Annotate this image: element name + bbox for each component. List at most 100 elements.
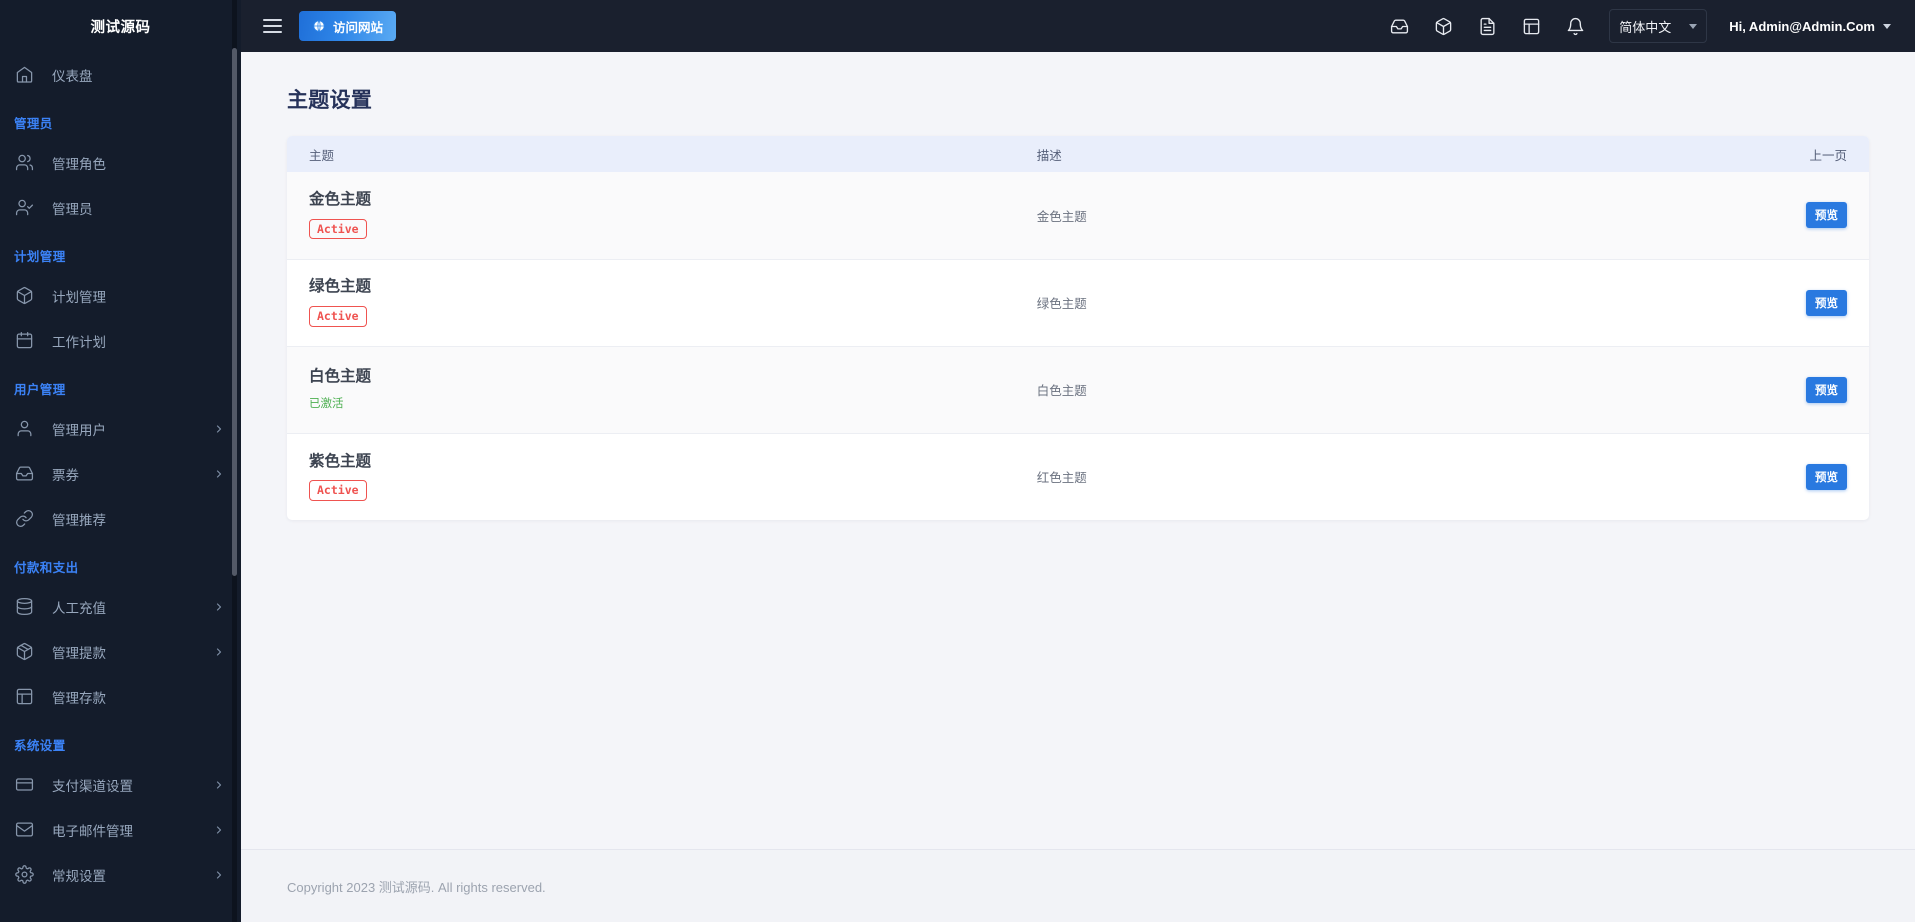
footer: Copyright 2023 测试源码. All rights reserved…	[241, 849, 1915, 922]
preview-button[interactable]: 预览	[1806, 376, 1847, 403]
menu-icon[interactable]	[257, 11, 287, 41]
sidebar-item-3-2[interactable]: 管理推荐	[0, 496, 241, 541]
sidebar-item-label: 管理用户	[52, 422, 106, 438]
sidebar-item-4-2[interactable]: 管理存款	[0, 674, 241, 719]
chevron-right-icon	[213, 779, 225, 791]
theme-name: 白色主题	[309, 367, 372, 385]
layout-icon	[14, 687, 34, 707]
sidebar-item-label: 管理员	[52, 201, 93, 217]
theme-cell: 金色主题 Active	[287, 172, 1015, 260]
sidebar-item-label: 仪表盘	[52, 68, 93, 84]
chevron-right-icon	[213, 423, 225, 435]
globe-icon	[312, 19, 326, 33]
themes-table: 主题 描述 上一页 金色主题 Active 金色主题 预览 绿色主题 Active 绿色主题…	[287, 136, 1869, 520]
calendar-icon	[14, 331, 34, 351]
user-check-icon	[14, 198, 34, 218]
brand-title: 测试源码	[90, 19, 151, 36]
box-icon	[14, 286, 34, 306]
visit-site-label: 访问网站	[333, 20, 384, 35]
table-icon[interactable]	[1509, 6, 1553, 46]
table-header-row: 主题 描述 上一页	[287, 136, 1869, 172]
description-cell: 绿色主题	[1014, 259, 1521, 347]
sidebar-scrollbar-thumb[interactable]	[232, 48, 237, 576]
sidebar-item-label: 常规设置	[52, 868, 106, 884]
sidebar-item-label: 管理角色	[52, 156, 106, 172]
topbar: 访问网站 简体中文 Hi, Admin@Admin.Com	[241, 0, 1915, 52]
table-row: 金色主题 Active 金色主题预览	[287, 172, 1869, 260]
gear-icon	[14, 865, 34, 885]
copyright-text: Copyright 2023 测试源码. All rights reserved…	[287, 879, 546, 895]
sidebar-item-label: 电子邮件管理	[52, 823, 133, 839]
sidebar-item-label: 工作计划	[52, 334, 106, 350]
action-cell: 预览	[1521, 433, 1869, 520]
sidebar-item-2-1[interactable]: 工作计划	[0, 318, 241, 363]
status-badge: 已激活	[309, 398, 344, 411]
sidebar-item-3-1[interactable]: 票券	[0, 451, 241, 496]
package-icon	[14, 642, 34, 662]
sidebar-item-4-1[interactable]: 管理提款	[0, 629, 241, 674]
sidebar-item-2-0[interactable]: 计划管理	[0, 273, 241, 318]
sidebar-item-5-0[interactable]: 支付渠道设置	[0, 762, 241, 807]
sidebar-item-1-1[interactable]: 管理员	[0, 185, 241, 230]
sidebar-item-1-0[interactable]: 管理角色	[0, 140, 241, 185]
app-root: 测试源码 仪表盘 管理员 管理角色 管理员 计划管理 计划管理 工作计划 用户管理 管理用户 票券…	[0, 0, 1915, 922]
table-row: 绿色主题 Active 绿色主题 预览	[287, 259, 1869, 347]
chevron-right-icon	[213, 468, 225, 480]
mail-icon	[14, 820, 34, 840]
sidebar-item-label: 管理推荐	[52, 512, 106, 528]
sidebar-item-label: 票券	[52, 467, 79, 483]
sidebar-item-4-0[interactable]: 人工充值	[0, 584, 241, 629]
theme-cell: 紫色主题 Active	[287, 433, 1015, 520]
description-cell: 白色主题	[1014, 346, 1521, 434]
sidebar-item-3-0[interactable]: 管理用户	[0, 406, 241, 451]
theme-cell: 白色主题 已激活	[287, 346, 1015, 434]
status-badge: Active	[309, 218, 367, 240]
sidebar-section-title: 系统设置	[14, 739, 66, 753]
preview-button[interactable]: 预览	[1806, 289, 1847, 316]
table-head: 主题 描述 上一页	[287, 136, 1869, 172]
chevron-right-icon	[213, 824, 225, 836]
sidebar-item-label: 管理存款	[52, 690, 106, 706]
sidebar-item-label: 人工充值	[52, 600, 106, 616]
main-area: 访问网站 简体中文 Hi, Admin@Admin.Com 主题设置 主题 描述…	[241, 0, 1915, 922]
status-badge: Active	[309, 480, 367, 501]
page-title: 主题设置	[287, 89, 373, 112]
language-select-value: 简体中文	[1619, 19, 1672, 35]
bell-icon[interactable]	[1553, 6, 1597, 46]
inbox-icon[interactable]	[1377, 6, 1421, 46]
column-header-theme: 主题	[287, 136, 1015, 172]
table-body: 金色主题 Active 金色主题 预览 绿色主题 Active 绿色主题 预览 白色主题 已激活白…	[287, 172, 1869, 520]
sidebar-section-title: 计划管理	[14, 250, 66, 264]
visit-site-button[interactable]: 访问网站	[299, 11, 397, 41]
file-text-icon[interactable]	[1465, 6, 1509, 46]
theme-cell: 绿色主题 Active	[287, 259, 1015, 347]
chevron-down-icon	[1883, 23, 1891, 29]
sidebar-item-5-1[interactable]: 电子邮件管理	[0, 807, 241, 852]
package-icon[interactable]	[1421, 6, 1465, 46]
users-icon	[14, 153, 34, 173]
link-icon	[14, 509, 34, 529]
theme-name: 金色主题	[309, 191, 372, 209]
action-cell: 预览	[1520, 259, 1869, 347]
sidebar-scroll-area: 测试源码 仪表盘 管理员 管理角色 管理员 计划管理 计划管理 工作计划 用户管理 管理用户 票券…	[0, 0, 241, 922]
theme-name: 绿色主题	[309, 278, 372, 296]
preview-button[interactable]: 预览	[1806, 202, 1847, 229]
database-icon	[14, 597, 34, 617]
user-menu[interactable]: Hi, Admin@Admin.Com	[1729, 19, 1891, 34]
theme-name: 紫色主题	[309, 452, 372, 470]
action-cell: 预览	[1520, 346, 1869, 434]
sidebar-item-label: 计划管理	[52, 289, 106, 305]
chevron-right-icon	[213, 601, 225, 613]
chevron-down-icon	[1689, 23, 1698, 29]
sidebar-item-0-0[interactable]: 仪表盘	[0, 52, 241, 97]
preview-button[interactable]: 预览	[1806, 463, 1847, 490]
topbar-icon-group	[1377, 6, 1597, 46]
sidebar-section-title: 管理员	[14, 117, 53, 131]
user-icon	[14, 419, 34, 439]
sidebar-section-title: 用户管理	[14, 383, 66, 397]
language-select[interactable]: 简体中文	[1609, 9, 1708, 43]
home-icon	[14, 65, 34, 85]
sidebar-item-5-2[interactable]: 常规设置	[0, 852, 241, 897]
content-area: 主题设置 主题 描述 上一页 金色主题 Active 金色主题 预览 绿色主题 Activ…	[241, 52, 1915, 849]
user-greeting: Hi, Admin@Admin.Com	[1729, 18, 1875, 34]
